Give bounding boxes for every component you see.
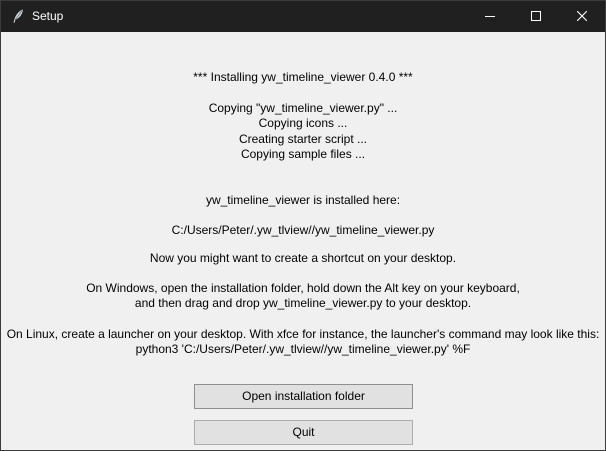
maximize-button[interactable] bbox=[513, 1, 559, 32]
windows-hint: and then drag and drop yw_timeline_viewe… bbox=[134, 296, 472, 310]
maximize-icon bbox=[531, 11, 541, 21]
installed-here-text: yw_timeline_viewer is installed here: bbox=[205, 193, 401, 207]
log-step: Copying icons ... bbox=[258, 116, 348, 130]
feather-icon bbox=[10, 8, 26, 24]
minimize-button[interactable] bbox=[467, 1, 513, 32]
install-log: *** Installing yw_timeline_viewer 0.4.0 … bbox=[1, 32, 605, 450]
close-button[interactable] bbox=[559, 1, 605, 32]
open-installation-folder-button[interactable]: Open installation folder bbox=[194, 384, 413, 409]
shortcut-hint: Now you might want to create a shortcut … bbox=[149, 251, 457, 265]
close-icon bbox=[577, 11, 587, 21]
install-path: C:/Users/Peter/.yw_tlview//yw_timeline_v… bbox=[171, 223, 435, 237]
linux-command: python3 'C:/Users/Peter/.yw_tlview//yw_t… bbox=[135, 342, 471, 356]
windows-hint: On Windows, open the installation folder… bbox=[86, 281, 520, 295]
minimize-icon bbox=[485, 16, 495, 17]
linux-hint: On Linux, create a launcher on your desk… bbox=[6, 327, 600, 341]
log-step: Copying "yw_timeline_viewer.py" ... bbox=[208, 101, 398, 115]
log-step: Creating starter script ... bbox=[238, 132, 368, 146]
log-step: Copying sample files ... bbox=[240, 147, 366, 161]
setup-window: Setup *** Installing yw_timeline_viewer … bbox=[0, 0, 606, 451]
window-title: Setup bbox=[32, 9, 64, 23]
quit-button[interactable]: Quit bbox=[194, 420, 413, 445]
title-bar[interactable]: Setup bbox=[1, 1, 605, 32]
install-heading: *** Installing yw_timeline_viewer 0.4.0 … bbox=[193, 70, 413, 84]
